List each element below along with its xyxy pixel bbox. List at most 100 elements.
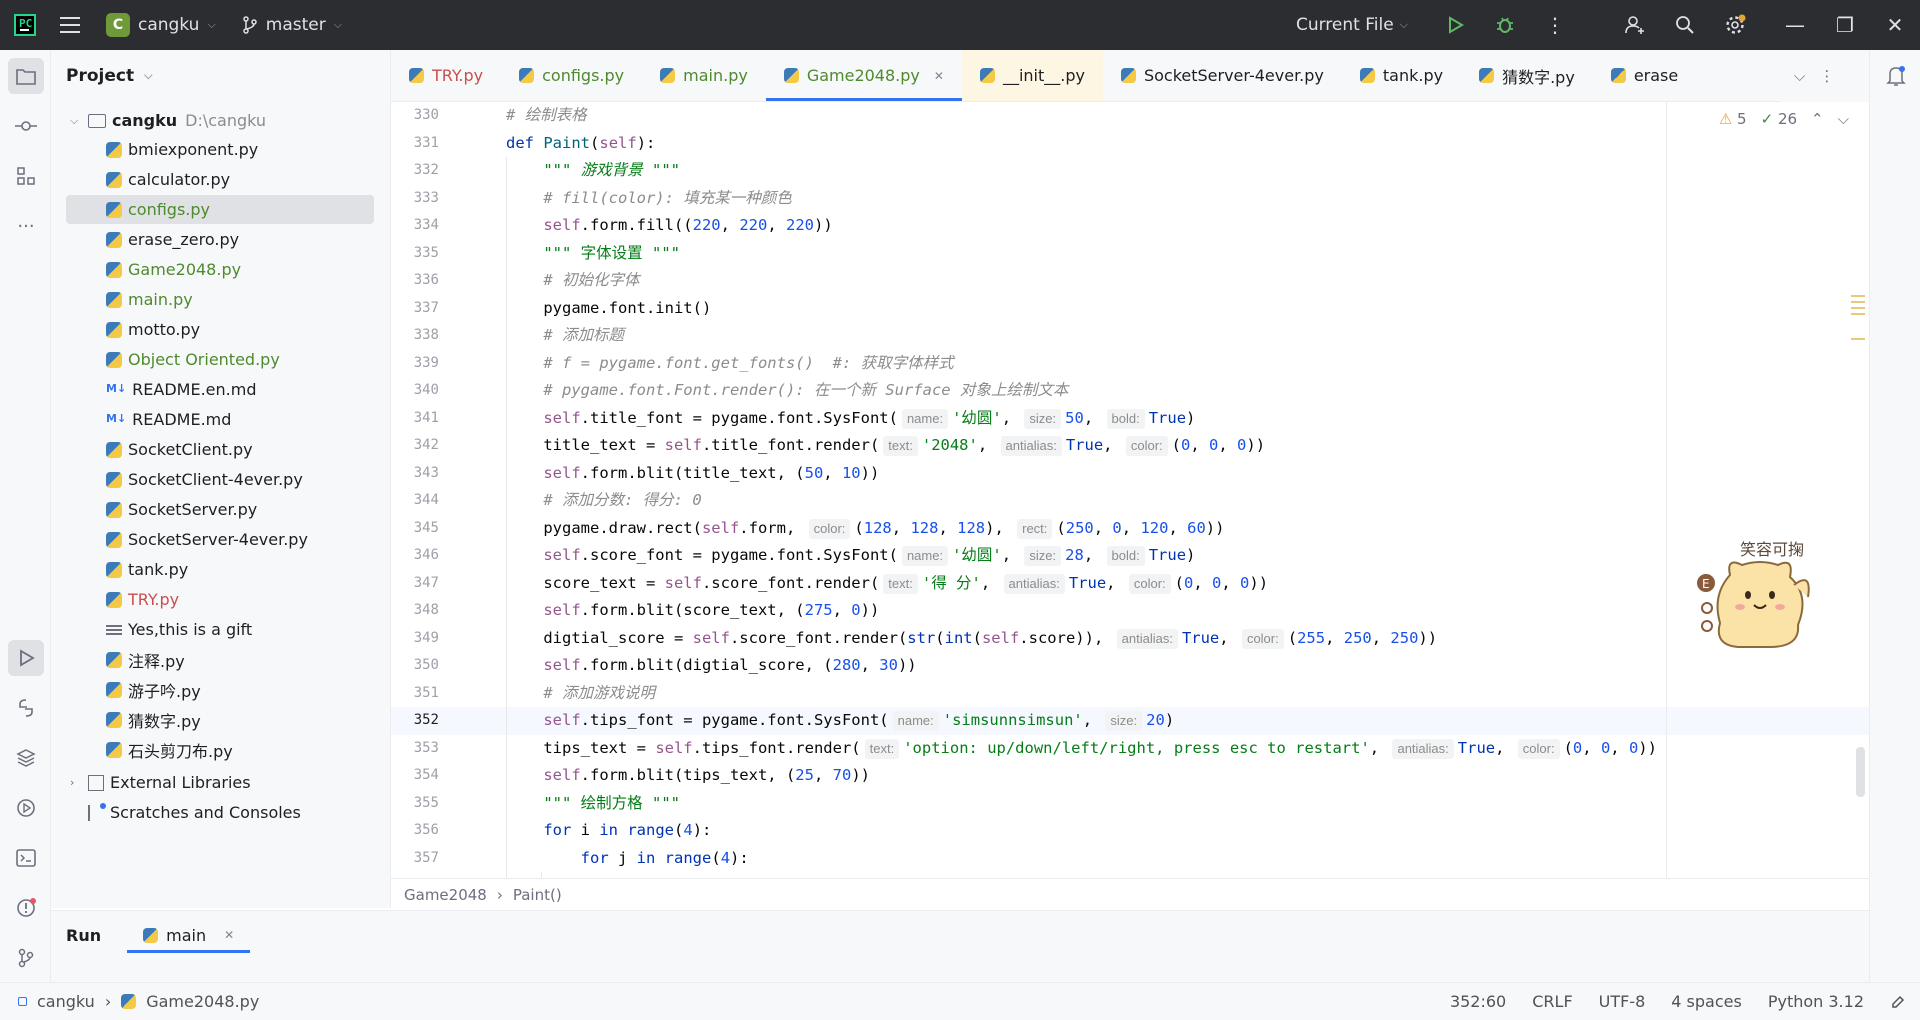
editor-tab[interactable]: main.py <box>642 50 766 101</box>
chevron-down-icon[interactable]: ⌵ <box>1838 110 1849 128</box>
structure-tool-icon[interactable] <box>8 158 44 194</box>
tree-file-item[interactable]: 石头剪刀布.py <box>66 735 374 764</box>
notifications-bell-icon[interactable] <box>1878 58 1914 94</box>
run-button[interactable] <box>1430 0 1480 50</box>
tree-scratches[interactable]: Scratches and Consoles <box>66 798 374 827</box>
restore-icon[interactable]: ❐ <box>1820 0 1870 50</box>
editor-tab[interactable]: Game2048.py ✕ <box>765 50 963 101</box>
branch-switcher[interactable]: master ⌵ <box>242 15 342 35</box>
line-separator[interactable]: CRLF <box>1532 992 1572 1011</box>
add-user-icon[interactable] <box>1610 0 1660 50</box>
status-file[interactable]: Game2048.py <box>146 992 259 1011</box>
code-line: # 添加分数: 得分: 0 <box>543 491 702 509</box>
problems-icon[interactable] <box>8 890 44 926</box>
run-tab-main[interactable]: main ✕ <box>127 911 251 959</box>
close-icon[interactable]: ✕ <box>934 69 944 83</box>
line-number-gutter: 330 331 332 333 334 335 336 337 338 339 340 341 342 3… <box>391 102 463 878</box>
tree-file-item[interactable]: main.py <box>66 285 374 314</box>
tree-file-item[interactable]: calculator.py <box>66 165 374 194</box>
pycharm-logo-icon[interactable]: PC <box>14 14 36 36</box>
editor-scrollbar[interactable] <box>1856 747 1865 797</box>
tree-file-item[interactable]: SocketServer.py <box>66 495 374 524</box>
python-file-icon <box>106 351 122 368</box>
more-actions-icon[interactable]: ⋮ <box>1530 0 1580 50</box>
tree-file-item[interactable]: SocketClient.py <box>66 435 374 464</box>
packages-icon[interactable] <box>8 740 44 776</box>
tree-file-item[interactable]: Yes,this is a gift <box>66 615 374 644</box>
branch-name: master <box>265 15 326 35</box>
breadcrumb-function[interactable]: Paint() <box>513 886 562 904</box>
main-menu-icon[interactable] <box>60 17 80 33</box>
tree-file-label: calculator.py <box>128 170 231 189</box>
tree-file-item[interactable]: tank.py <box>66 555 374 584</box>
editor-tab[interactable]: erase <box>1593 50 1696 101</box>
tree-file-item[interactable]: 猜数字.py <box>66 705 374 734</box>
editor-tab[interactable]: 猜数字.py <box>1461 50 1593 101</box>
tree-file-item[interactable]: erase_zero.py <box>66 225 374 254</box>
line-number: 344 <box>413 492 439 508</box>
tree-file-item[interactable]: M↓ README.md <box>66 405 374 434</box>
code-line: self.form.blit(score_text, (275, 0)) <box>543 601 880 619</box>
python-console-icon[interactable] <box>8 690 44 726</box>
close-icon[interactable]: ✕ <box>224 928 234 942</box>
run-tool-icon[interactable] <box>8 640 44 676</box>
settings-gear-icon[interactable] <box>1710 0 1760 50</box>
python-file-icon <box>1479 68 1495 83</box>
tree-file-item[interactable]: motto.py <box>66 315 374 344</box>
python-interpreter[interactable]: Python 3.12 <box>1768 992 1864 1011</box>
editor-tab[interactable]: SocketServer-4ever.py <box>1103 50 1342 101</box>
editor-tab[interactable]: configs.py <box>501 50 642 101</box>
status-project[interactable]: cangku <box>37 992 95 1011</box>
editor-tab[interactable]: TRY.py <box>391 50 501 101</box>
tree-file-item[interactable]: M↓ README.en.md <box>66 375 374 404</box>
commit-tool-icon[interactable] <box>8 108 44 144</box>
close-window-icon[interactable]: ✕ <box>1870 0 1920 50</box>
edit-lock-icon[interactable] <box>1890 994 1906 1010</box>
code-line: """ 游戏背景 """ <box>543 161 680 179</box>
project-panel-header[interactable]: Project ⌵ <box>51 50 390 102</box>
terminal-icon[interactable] <box>8 840 44 876</box>
more-tabs-icon[interactable]: ⋮ <box>1819 67 1834 85</box>
chevron-up-icon[interactable]: ⌃ <box>1811 110 1824 128</box>
warning-count: ⚠ 5 <box>1718 110 1747 128</box>
tree-file-item[interactable]: configs.py <box>66 195 374 224</box>
tree-file-item[interactable]: Game2048.py <box>66 255 374 284</box>
indent-setting[interactable]: 4 spaces <box>1671 992 1742 1011</box>
tree-file-item[interactable]: 游子吟.py <box>66 675 374 704</box>
editor-tab[interactable]: __init__.py <box>961 50 1103 101</box>
more-tools-icon[interactable]: ··· <box>8 208 44 244</box>
debug-button[interactable] <box>1480 0 1530 50</box>
run-config-select[interactable]: Current File ⌵ <box>1296 15 1408 35</box>
python-file-icon <box>106 471 122 488</box>
editor-tab[interactable]: tank.py <box>1342 50 1461 101</box>
tree-root-folder[interactable]: ⌵ cangku D:\cangku <box>66 106 374 135</box>
tree-file-item[interactable]: TRY.py <box>66 585 374 614</box>
tree-file-item[interactable]: SocketServer-4ever.py <box>66 525 374 554</box>
run-panel-title[interactable]: Run <box>66 926 101 945</box>
git-icon[interactable] <box>8 940 44 976</box>
breadcrumb-file[interactable]: Game2048 <box>404 886 487 904</box>
line-number: 352 <box>413 712 439 728</box>
tree-file-item[interactable]: Object Oriented.py <box>66 345 374 374</box>
code-editor[interactable]: 330 331 332 333 334 335 336 337 338 339 340 341 342 3… <box>391 102 1869 878</box>
code-line: # pygame.font.Font.render(): 在一个新 Surfac… <box>543 381 1069 399</box>
tree-file-item[interactable]: bmiexponent.py <box>66 135 374 164</box>
chevron-down-icon[interactable]: ⌵ <box>1794 67 1805 85</box>
caret-position[interactable]: 352:60 <box>1450 992 1506 1011</box>
inspection-widget[interactable]: ⚠ 5 ✓ 26 ⌃ ⌵ <box>1719 110 1849 128</box>
services-icon[interactable] <box>8 790 44 826</box>
tree-external-libraries[interactable]: › External Libraries <box>66 768 374 797</box>
file-encoding[interactable]: UTF-8 <box>1599 992 1646 1011</box>
sticker-caption: 笑容可掬 <box>1740 540 1804 559</box>
code-line: score_text = self.score_font.render(text… <box>506 573 1269 594</box>
tree-file-item[interactable]: SocketClient-4ever.py <box>66 465 374 494</box>
tree-file-label: README.en.md <box>132 380 257 399</box>
chevron-right-icon: › <box>70 776 75 789</box>
project-switcher[interactable]: C cangku ⌵ <box>106 13 216 37</box>
tree-file-label: configs.py <box>128 200 211 219</box>
code-line: for j in range(4): <box>580 848 749 867</box>
project-tool-icon[interactable] <box>8 58 44 94</box>
minimize-icon[interactable]: — <box>1770 0 1820 50</box>
tree-file-item[interactable]: 注释.py <box>66 645 374 674</box>
search-icon[interactable] <box>1660 0 1710 50</box>
